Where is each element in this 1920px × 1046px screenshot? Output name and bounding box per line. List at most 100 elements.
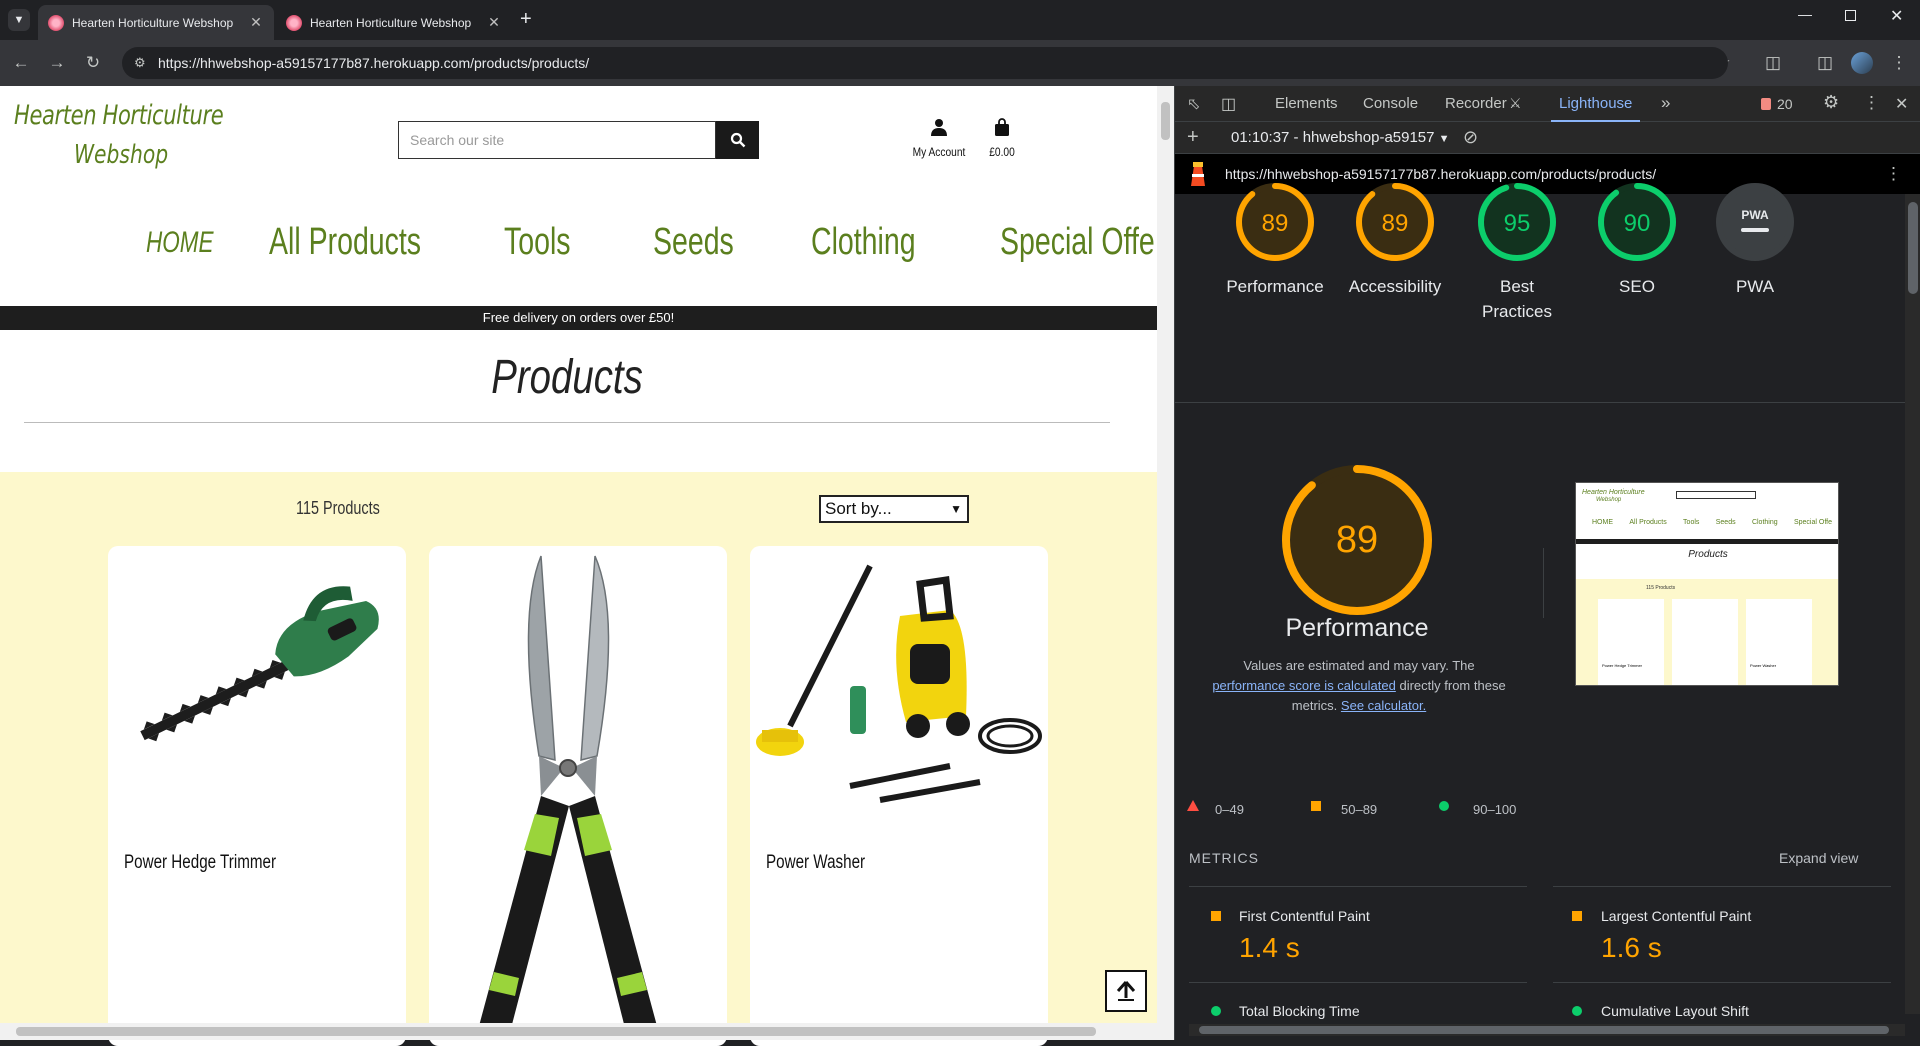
nav-all-products[interactable]: All Products (269, 221, 421, 264)
more-tabs-icon[interactable]: » (1661, 93, 1670, 113)
devtools-horizontal-scrollbar[interactable] (1189, 1024, 1905, 1036)
score-gauge-seo[interactable]: 90 SEO (1577, 178, 1697, 298)
back-to-top-button[interactable] (1105, 970, 1147, 1012)
restore-button[interactable] (1845, 10, 1856, 21)
nav-tools[interactable]: Tools (504, 221, 571, 264)
nav-clothing[interactable]: Clothing (811, 221, 916, 264)
product-name[interactable]: Power Hedge Trimmer (124, 852, 276, 874)
inspect-element-icon[interactable]: ⬁ (1187, 94, 1200, 114)
close-window-button[interactable]: ✕ (1890, 6, 1903, 26)
my-account-label: My Account (912, 145, 966, 159)
score-gauge-pwa[interactable]: PWA PWA (1695, 178, 1815, 298)
issues-icon[interactable] (1761, 98, 1771, 110)
search-input[interactable]: Search our site (398, 121, 716, 159)
basket-total: £0.00 (989, 145, 1015, 159)
gauge-ring: 89 (1356, 183, 1434, 261)
tab-strip: ▼ Hearten Horticulture Webshop ✕ Hearten… (0, 0, 1920, 40)
lighthouse-logo-icon (1191, 162, 1205, 186)
site-info-icon[interactable]: ⚙ (134, 47, 146, 79)
description-text-2: directly from these (1399, 678, 1506, 693)
tab-title: Hearten Horticulture Webshop (310, 15, 472, 30)
score-calculated-link[interactable]: performance score is calculated (1212, 678, 1396, 693)
extensions-icon[interactable]: ◫ (1762, 52, 1784, 74)
clear-reports-icon[interactable]: ⊘ (1463, 127, 1478, 148)
page-vertical-scrollbar[interactable] (1157, 86, 1174, 1040)
new-tab-button[interactable]: + (520, 8, 532, 31)
description-text-3: metrics. (1291, 698, 1338, 713)
new-report-icon[interactable]: + (1187, 126, 1199, 149)
product-name[interactable]: Power Washer (766, 852, 865, 874)
product-card[interactable]: Power Washer (750, 546, 1048, 1046)
tab-title: Hearten Horticulture Webshop (72, 15, 234, 30)
basket-link[interactable]: £0.00 (980, 118, 1024, 159)
score-gauge-accessibility[interactable]: 89 Accessibility (1335, 178, 1455, 298)
metric-average-icon (1211, 911, 1221, 921)
tab-recorder[interactable]: Recorder (1445, 86, 1507, 122)
device-toolbar-icon[interactable]: ◫ (1221, 94, 1236, 114)
chrome-menu-icon[interactable]: ⋮ (1888, 52, 1910, 74)
section-divider (1175, 402, 1905, 403)
issues-count[interactable]: 20 (1777, 96, 1793, 112)
legend-fail-icon (1187, 800, 1199, 811)
reload-icon[interactable]: ↻ (82, 52, 104, 74)
thumb-menu-item: Tools (1683, 519, 1700, 526)
side-panel-icon[interactable]: ◫ (1814, 52, 1836, 74)
address-bar[interactable]: ⚙ https://hhwebshop-a59157177b87.herokua… (122, 47, 1728, 79)
back-arrow-icon[interactable]: ← (10, 52, 32, 74)
legend-fail: 0–49 (1215, 802, 1244, 817)
site-favicon-icon (48, 14, 64, 31)
user-icon (931, 119, 947, 136)
score-gauge-performance[interactable]: 89 Performance (1215, 178, 1335, 298)
product-card[interactable] (429, 546, 727, 1046)
nav-home[interactable]: HOME (146, 226, 214, 260)
thumb-menu-item: Special Offe (1793, 519, 1832, 526)
thumb-card: Power Washer (1746, 599, 1812, 685)
close-tab-icon[interactable]: ✕ (248, 14, 264, 31)
settings-gear-icon[interactable]: ⚙ (1823, 92, 1839, 113)
sort-select[interactable]: Sort by... ▼ (819, 495, 969, 523)
thumb-menu-item: Seeds (1715, 519, 1736, 526)
expand-view-toggle[interactable]: Expand view (1779, 850, 1858, 866)
tab-console[interactable]: Console (1363, 86, 1418, 122)
close-devtools-icon[interactable]: ✕ (1895, 94, 1908, 114)
close-tab-icon[interactable]: ✕ (486, 14, 502, 31)
gauge-score: 90 (1624, 210, 1651, 237)
thumb-logo: Hearten Horticulture (1582, 489, 1645, 496)
gauge-ring: 95 (1478, 183, 1556, 261)
hedge-shears-image (479, 555, 657, 1036)
minimize-button[interactable]: — (1798, 6, 1812, 22)
see-calculator-link[interactable]: See calculator. (1341, 698, 1426, 713)
search-button[interactable] (716, 121, 759, 159)
tab-lighthouse[interactable]: Lighthouse (1551, 86, 1641, 122)
devtools-menu-icon[interactable]: ⋮ (1863, 93, 1880, 113)
tab-1[interactable]: Hearten Horticulture Webshop ✕ (38, 5, 274, 40)
tab-2[interactable]: Hearten Horticulture Webshop ✕ (276, 5, 512, 40)
page-screenshot-thumbnail[interactable]: Hearten Horticulture Webshop HOME All Pr… (1575, 482, 1839, 686)
score-gauge-best-practices[interactable]: 95 Best Practices (1457, 178, 1577, 321)
product-card[interactable]: Power Hedge Trimmer (108, 546, 406, 1046)
gauge-label: SEO (1619, 277, 1655, 296)
metrics-divider (1553, 982, 1891, 983)
tab-search-button[interactable]: ▼ (8, 9, 30, 31)
thumb-card: Power Hedge Trimmer (1598, 599, 1664, 685)
report-menu-icon[interactable]: ⋮ (1885, 154, 1902, 194)
arrow-up-icon (1116, 981, 1136, 1001)
report-selector[interactable]: 01:10:37 - hhwebshop-a59157 ▼ (1231, 129, 1450, 146)
devtools-tab-bar: ⬁ ◫ Elements Console Recorder ⚔ Lighthou… (1175, 86, 1920, 122)
thumb-card-name: Power Hedge Trimmer (1602, 663, 1643, 668)
metric-tbt-name: Total Blocking Time (1239, 1003, 1360, 1019)
devtools-vertical-scrollbar[interactable] (1905, 194, 1920, 1014)
tab-elements[interactable]: Elements (1275, 86, 1338, 122)
thumb-menu: HOME All Products Tools Seeds Clothing S… (1592, 519, 1832, 526)
gauge-label: Accessibility (1348, 277, 1442, 296)
forward-arrow-icon[interactable]: → (46, 52, 68, 74)
my-account-link[interactable]: My Account (906, 118, 972, 159)
site-logo-line2[interactable]: Webshop (74, 140, 168, 170)
profile-avatar[interactable] (1851, 52, 1873, 74)
legend-average: 50–89 (1341, 802, 1378, 817)
site-logo-line1[interactable]: Hearten Horticulture (14, 100, 224, 131)
site-favicon-icon (286, 14, 302, 31)
page-horizontal-scrollbar[interactable] (0, 1023, 1157, 1040)
nav-seeds[interactable]: Seeds (653, 221, 734, 264)
nav-special-offers[interactable]: Special Offe (1000, 221, 1155, 264)
